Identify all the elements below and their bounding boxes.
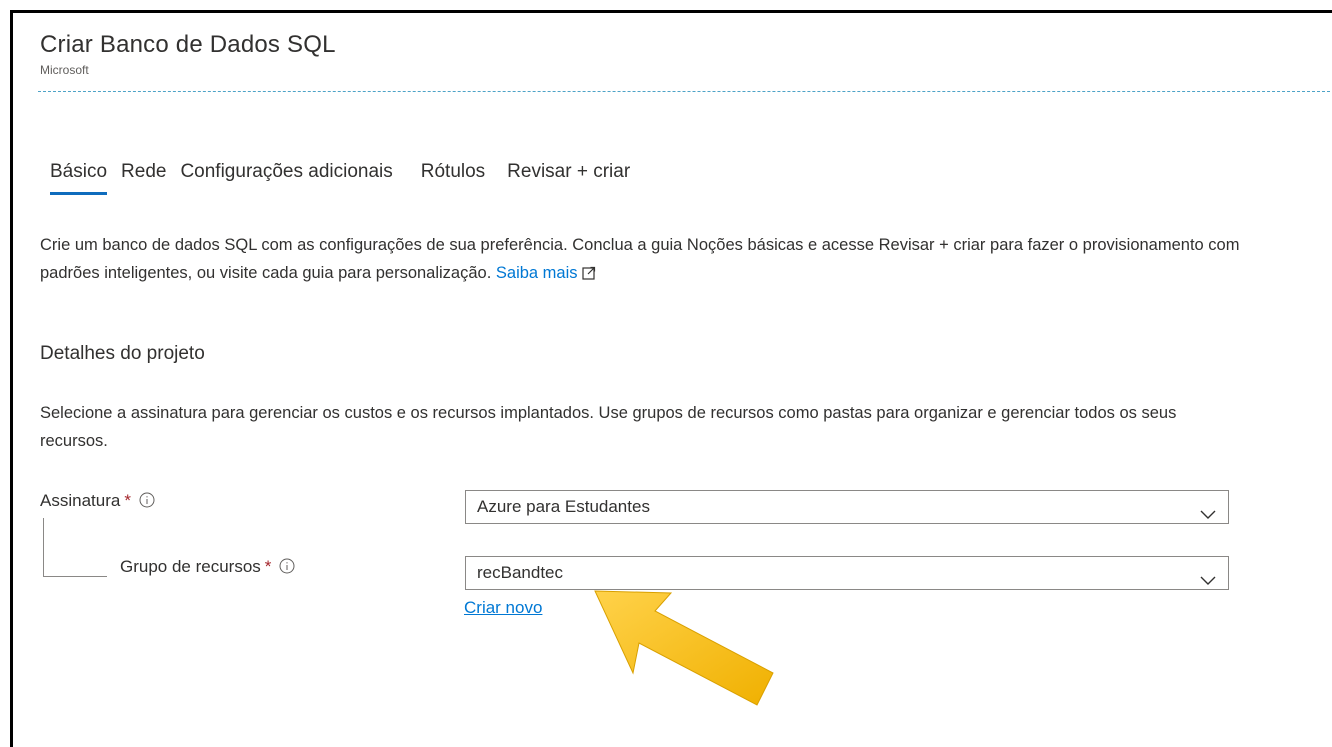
resource-group-value: recBandtec [477, 563, 563, 582]
subscription-label: Assinatura [40, 491, 121, 510]
tab-basico[interactable]: Básico [50, 161, 108, 195]
external-link-icon[interactable] [581, 261, 596, 289]
subscription-label-group: Assinatura * [40, 491, 155, 513]
header-divider [38, 91, 1332, 92]
subscription-value: Azure para Estudantes [477, 497, 650, 516]
info-icon[interactable] [279, 558, 295, 579]
required-marker: * [124, 491, 131, 510]
page-title: Criar Banco de Dados SQL [40, 31, 336, 58]
tree-connector [43, 518, 107, 577]
publisher-label: Microsoft [40, 63, 89, 77]
resource-group-label: Grupo de recursos [120, 557, 261, 576]
resource-group-label-group: Grupo de recursos * [120, 557, 295, 579]
subscription-dropdown[interactable]: Azure para Estudantes [465, 490, 1229, 524]
resource-group-dropdown[interactable]: recBandtec [465, 556, 1229, 590]
intro-text: Crie um banco de dados SQL com as config… [40, 236, 1240, 282]
chevron-down-icon [1200, 500, 1216, 532]
section-title-project-details: Detalhes do projeto [40, 343, 205, 364]
blade-header: Criar Banco de Dados SQL Microsoft [40, 31, 336, 77]
chevron-down-icon [1200, 566, 1216, 598]
create-new-resource-group-link[interactable]: Criar novo [464, 598, 542, 618]
required-marker: * [264, 557, 272, 576]
intro-paragraph: Crie um banco de dados SQL com as config… [40, 231, 1270, 289]
tab-revisar-criar[interactable]: Revisar + criar [507, 161, 630, 195]
tab-bar: Básico Rede Configurações adicionais Rót… [50, 161, 630, 195]
section-description: Selecione a assinatura para gerenciar os… [40, 404, 1177, 450]
tab-configuracoes-adicionais[interactable]: Configurações adicionais [180, 161, 392, 195]
callout-arrow [591, 581, 791, 726]
learn-more-link[interactable]: Saiba mais [496, 264, 578, 282]
tab-rede[interactable]: Rede [121, 161, 166, 195]
blade-frame: Criar Banco de Dados SQL Microsoft Básic… [10, 10, 1332, 747]
info-icon[interactable] [139, 492, 155, 513]
tab-rotulos[interactable]: Rótulos [421, 161, 485, 195]
